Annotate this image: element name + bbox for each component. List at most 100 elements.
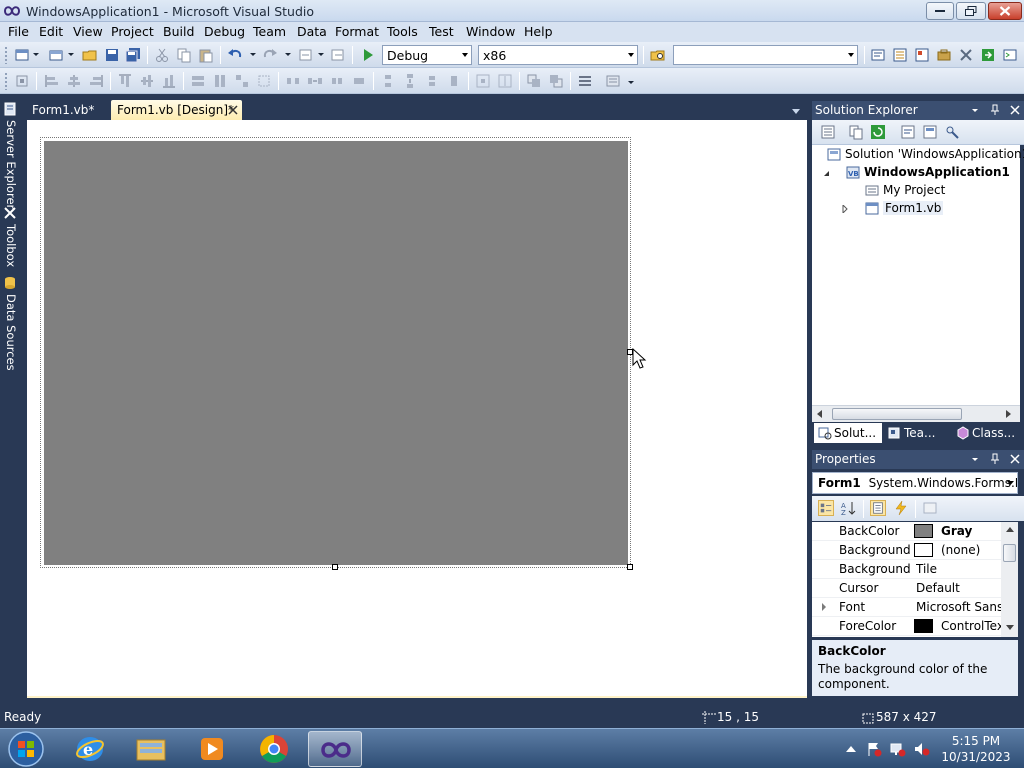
collapse-arrow-icon[interactable]	[823, 170, 831, 178]
size-to-grid-icon[interactable]	[256, 73, 272, 89]
make-same-size-icon[interactable]	[234, 73, 250, 89]
center-horizontally-icon[interactable]	[475, 73, 491, 89]
navigate-backward-dropdown-icon[interactable]	[318, 53, 324, 56]
alphabetical-icon[interactable]: AZ	[841, 500, 857, 516]
close-panel-icon[interactable]	[1008, 104, 1022, 116]
property-row-backgroundimage[interactable]: BackgroundIr (none)	[812, 541, 1004, 560]
command-window-icon[interactable]	[1002, 47, 1018, 63]
close-panel-icon[interactable]	[1008, 453, 1022, 465]
server-explorer-tab[interactable]: Server Explorer	[2, 102, 18, 209]
make-same-width-icon[interactable]	[190, 73, 206, 89]
navigate-forward-icon[interactable]	[330, 47, 346, 63]
add-item-icon[interactable]	[48, 47, 64, 63]
scrollbar-thumb[interactable]	[1003, 544, 1016, 562]
add-item-dropdown-icon[interactable]	[68, 53, 74, 56]
taskbar-file-explorer[interactable]	[124, 731, 178, 767]
cut-icon[interactable]	[154, 47, 170, 63]
solution-explorer-horizontal-scrollbar[interactable]	[812, 405, 1020, 422]
decrease-horizontal-spacing-icon[interactable]	[329, 73, 345, 89]
menu-build[interactable]: Build	[162, 24, 195, 39]
taskbar-chrome[interactable]	[247, 731, 301, 767]
vertical-spacing-icon[interactable]	[380, 73, 396, 89]
remove-horizontal-spacing-icon[interactable]	[351, 73, 367, 89]
undo-icon[interactable]	[227, 47, 243, 63]
tree-node-my-project[interactable]: My Project	[865, 183, 945, 197]
save-icon[interactable]	[104, 47, 120, 63]
menu-edit[interactable]: Edit	[38, 24, 64, 39]
align-centers-icon[interactable]	[66, 73, 82, 89]
window-position-icon[interactable]	[968, 104, 982, 116]
tree-node-solution[interactable]: Solution 'WindowsApplication1'	[827, 147, 1024, 161]
taskbar-visual-studio[interactable]	[308, 731, 362, 767]
form1-surface[interactable]	[44, 141, 628, 565]
find-combo[interactable]	[673, 45, 858, 65]
properties-object-select[interactable]: Form1 System.Windows.Forms.Fo	[812, 472, 1018, 494]
new-project-dropdown-icon[interactable]	[33, 53, 39, 56]
expand-property-icon[interactable]	[822, 603, 826, 611]
show-hidden-icons-icon[interactable]	[846, 745, 856, 752]
property-row-backcolor[interactable]: BackColor Gray	[812, 522, 1004, 541]
align-middles-icon[interactable]	[139, 73, 155, 89]
property-row-forecolor[interactable]: ForeColor ControlTex	[812, 617, 1004, 636]
solution-configuration-select[interactable]: Debug	[382, 45, 472, 65]
remove-vertical-spacing-icon[interactable]	[446, 73, 462, 89]
align-lefts-icon[interactable]	[44, 73, 60, 89]
properties-icon[interactable]	[820, 124, 836, 140]
center-vertically-icon[interactable]	[497, 73, 513, 89]
menu-file[interactable]: File	[7, 24, 30, 39]
scrollbar-thumb[interactable]	[832, 408, 962, 420]
decrease-vertical-spacing-icon[interactable]	[424, 73, 440, 89]
horizontal-spacing-icon[interactable]	[285, 73, 301, 89]
menu-test[interactable]: Test	[428, 24, 455, 39]
start-page-icon[interactable]	[980, 47, 996, 63]
menu-debug[interactable]: Debug	[203, 24, 246, 39]
properties-vertical-scrollbar[interactable]	[1001, 522, 1018, 637]
tab-team-explorer[interactable]: Tea...	[884, 423, 950, 443]
increase-vertical-spacing-icon[interactable]	[402, 73, 418, 89]
start-debugging-icon[interactable]	[360, 47, 376, 63]
properties-window-icon[interactable]	[892, 47, 908, 63]
close-tab-icon[interactable]	[227, 104, 239, 116]
toolbar-grip[interactable]	[4, 46, 8, 64]
network-icon[interactable]	[890, 741, 906, 757]
tree-node-project[interactable]: VB WindowsApplication1	[846, 165, 1010, 179]
close-window-button[interactable]	[988, 2, 1022, 20]
object-browser-icon[interactable]	[914, 47, 930, 63]
tab-solution-explorer[interactable]: Solut...	[814, 423, 882, 443]
expand-arrow-icon[interactable]	[842, 205, 850, 213]
toolbar-grip[interactable]	[4, 72, 8, 90]
refresh-icon[interactable]	[870, 124, 886, 140]
active-files-dropdown-icon[interactable]	[792, 109, 800, 114]
view-code-icon[interactable]	[900, 124, 916, 140]
redo-icon[interactable]	[262, 47, 278, 63]
events-lightning-icon[interactable]	[893, 500, 909, 516]
solution-platform-select[interactable]: x86	[478, 45, 638, 65]
tab-form1-code[interactable]: Form1.vb*	[26, 100, 106, 120]
minimize-button[interactable]	[926, 2, 954, 20]
property-row-cursor[interactable]: Cursor Default	[812, 579, 1004, 598]
restore-button[interactable]	[956, 2, 986, 20]
align-tops-icon[interactable]	[117, 73, 133, 89]
align-rights-icon[interactable]	[88, 73, 104, 89]
taskbar-internet-explorer[interactable]: e	[63, 731, 117, 767]
new-project-icon[interactable]	[14, 47, 30, 63]
pin-icon[interactable]	[988, 104, 1002, 116]
menu-view[interactable]: View	[72, 24, 104, 39]
solution-explorer-icon[interactable]	[870, 47, 886, 63]
extension-manager-icon[interactable]	[958, 47, 974, 63]
redo-dropdown-icon[interactable]	[285, 53, 291, 56]
resize-handle-bottom-right[interactable]	[627, 564, 633, 570]
bring-to-front-icon[interactable]	[526, 73, 542, 89]
scroll-left-icon[interactable]	[817, 410, 823, 418]
scroll-down-icon[interactable]	[1006, 625, 1014, 631]
taskbar-clock[interactable]: 5:15 PM 10/31/2023	[930, 733, 1022, 765]
window-position-icon[interactable]	[968, 453, 982, 465]
undo-dropdown-icon[interactable]	[250, 53, 256, 56]
menu-window[interactable]: Window	[465, 24, 516, 39]
toolbar-options-icon[interactable]	[628, 81, 634, 84]
copy-icon[interactable]	[176, 47, 192, 63]
tab-class-view[interactable]: Class...	[952, 423, 1022, 443]
save-all-icon[interactable]	[125, 47, 141, 63]
property-row-backgroundimagelayout[interactable]: BackgroundIr Tile	[812, 560, 1004, 579]
menu-team[interactable]: Team	[252, 24, 287, 39]
